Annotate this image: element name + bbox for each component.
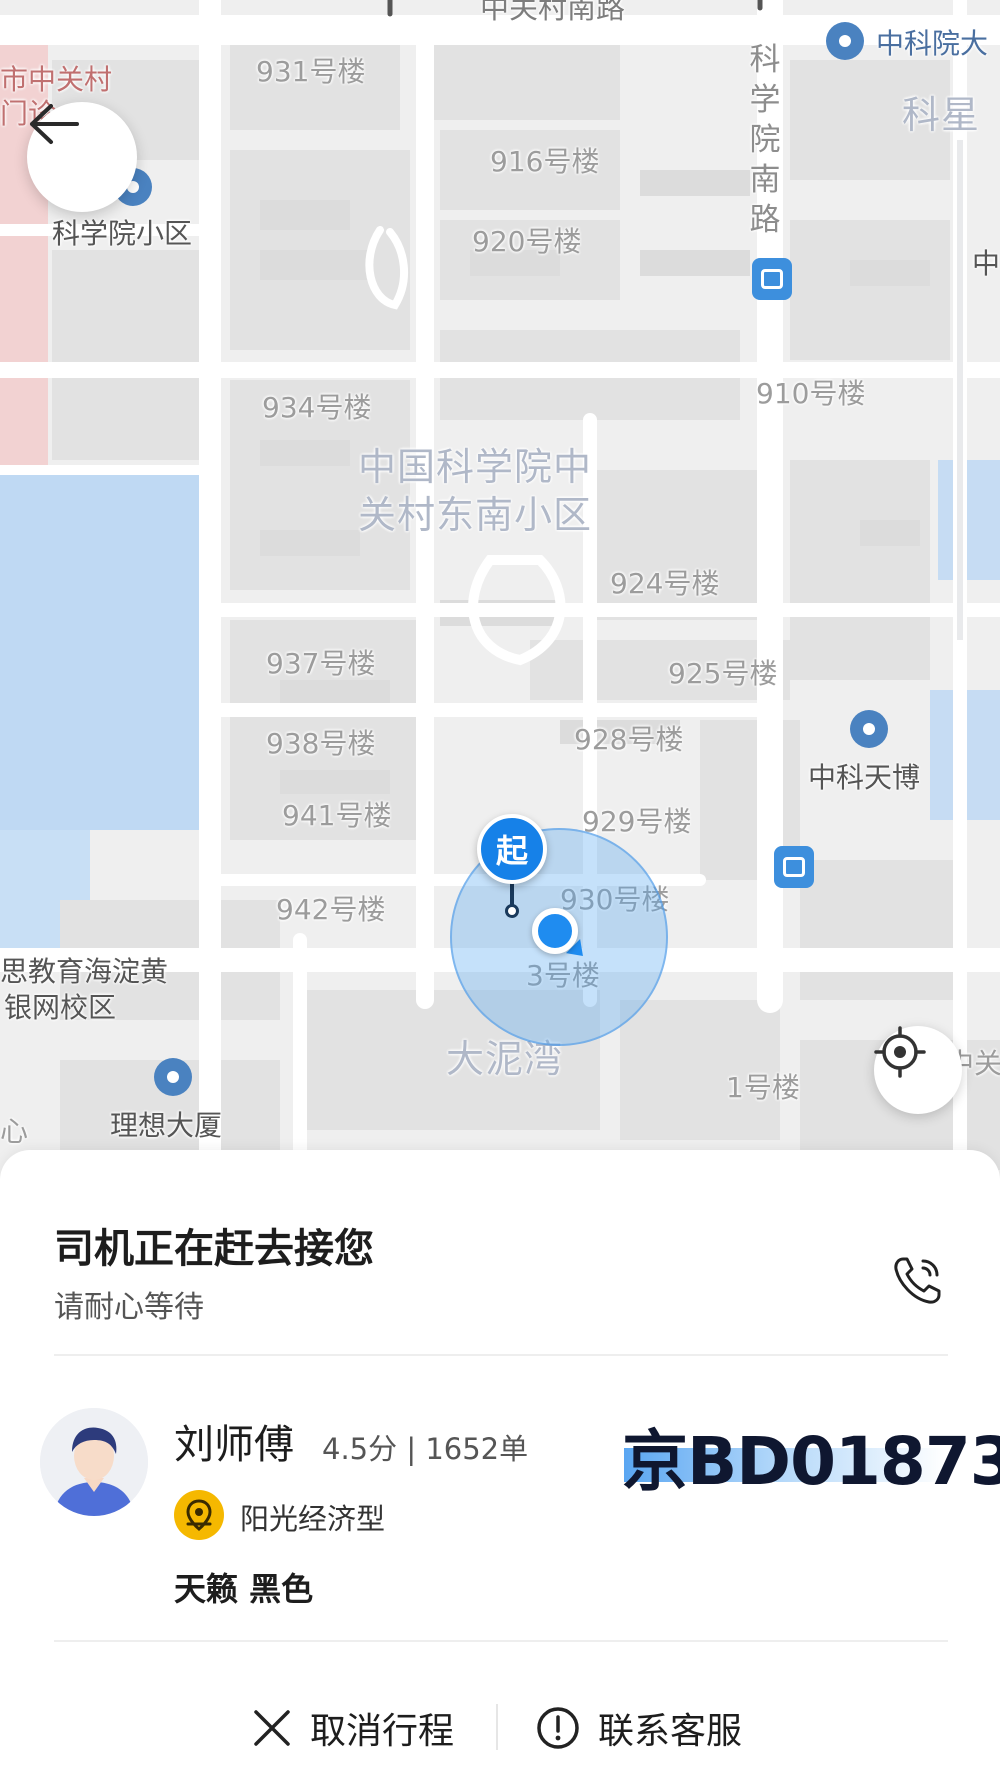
phone-icon bbox=[894, 1257, 941, 1304]
trip-status-title: 司机正在赶去接您 bbox=[54, 1226, 374, 1272]
divider bbox=[54, 1354, 948, 1356]
trip-info-sheet: 司机正在赶去接您 请耐心等待 刘师傅 4.5分 | 1652单 阳光经济型 天籁… bbox=[0, 1150, 1000, 1778]
building-label-929: 929号楼 bbox=[582, 805, 692, 838]
exclamation-circle-icon bbox=[537, 1707, 579, 1749]
locate-me-button[interactable] bbox=[874, 1026, 962, 1114]
start-marker[interactable]: 起 bbox=[477, 814, 547, 884]
car-type-badge-icon bbox=[174, 1490, 224, 1540]
area-label-clinic-line1: 市中关村 bbox=[0, 63, 113, 96]
area-label-zhong: 中 bbox=[972, 247, 1000, 280]
divider bbox=[54, 1640, 948, 1642]
arrow-left-icon bbox=[30, 104, 79, 144]
building-label-925: 925号楼 bbox=[668, 657, 778, 690]
contact-support-button[interactable]: 联系客服 bbox=[536, 1688, 742, 1768]
cancel-trip-label: 取消行程 bbox=[310, 1711, 455, 1752]
poi-pin-icon bbox=[826, 22, 864, 60]
trip-status-subtitle: 请耐心等待 bbox=[54, 1290, 204, 1325]
call-driver-button[interactable] bbox=[886, 1248, 950, 1312]
building-label-938: 938号楼 bbox=[266, 727, 376, 760]
building-label-942: 942号楼 bbox=[276, 893, 386, 926]
shield-icon bbox=[186, 1499, 212, 1531]
area-label-xin: 心 bbox=[0, 1115, 29, 1148]
building-label-937: 937号楼 bbox=[266, 647, 376, 680]
close-icon bbox=[254, 1710, 290, 1746]
area-label-sixiang-line1: 思教育海淀黄 bbox=[0, 955, 169, 988]
area-label-daniwan: 大泥湾 bbox=[446, 1037, 564, 1081]
license-plate-number: 京BD01873 bbox=[622, 1423, 1000, 1500]
building-label-910: 910号楼 bbox=[756, 377, 866, 410]
road-label-zhongguancun-south: 中关村南路 bbox=[480, 0, 626, 25]
area-label-main-line2: 关村东南小区 bbox=[358, 493, 593, 537]
car-model-color: 天籁 黑色 bbox=[174, 1570, 314, 1608]
building-label-1: 1号楼 bbox=[726, 1071, 800, 1104]
building-label-924: 924号楼 bbox=[610, 567, 720, 600]
building-label-931: 931号楼 bbox=[256, 55, 366, 88]
current-location-dot bbox=[532, 908, 578, 954]
license-plate: 京BD01873 bbox=[622, 1408, 1000, 1500]
area-label-lixiang-building: 理想大厦 bbox=[110, 1109, 223, 1142]
avatar-icon bbox=[40, 1408, 148, 1516]
bus-stop-icon bbox=[752, 258, 792, 300]
cancel-trip-button[interactable]: 取消行程 bbox=[252, 1688, 454, 1768]
trip-actions: 取消行程 联系客服 bbox=[0, 1688, 1000, 1768]
area-label-zhongkeyuan: 中科院大 bbox=[876, 27, 989, 60]
poi-pin-icon bbox=[850, 710, 888, 748]
map-view[interactable]: 中关村南路 科学院南路 中国科学院中 关村东南小区 科学院小区 市中关村 门诊 … bbox=[0, 0, 1000, 1178]
driver-avatar bbox=[40, 1408, 148, 1516]
contact-support-label: 联系客服 bbox=[598, 1711, 743, 1752]
building-label-941: 941号楼 bbox=[282, 799, 392, 832]
building-label-916: 916号楼 bbox=[490, 145, 600, 178]
building-label-920: 920号楼 bbox=[472, 225, 582, 258]
crosshair-icon bbox=[874, 1026, 926, 1078]
area-label-kexing: 科星 bbox=[902, 93, 981, 137]
area-label-sixiang-line2: 银网校区 bbox=[4, 991, 117, 1024]
road-label-kexueyuan-south: 科学院南路 bbox=[749, 42, 781, 238]
area-label-kexueyuan-xiaoqu: 科学院小区 bbox=[52, 217, 193, 250]
driver-name: 刘师傅 bbox=[174, 1422, 294, 1468]
building-label-934: 934号楼 bbox=[262, 391, 372, 424]
car-type-label: 阳光经济型 bbox=[240, 1502, 386, 1536]
building-label-928: 928号楼 bbox=[574, 723, 684, 756]
action-separator bbox=[496, 1704, 498, 1750]
bus-stop-icon bbox=[774, 846, 814, 888]
start-pin-base bbox=[505, 904, 519, 918]
back-button[interactable] bbox=[27, 102, 137, 212]
area-label-main-line1: 中国科学院中 bbox=[358, 445, 593, 489]
driver-rating-orders: 4.5分 | 1652单 bbox=[322, 1432, 529, 1466]
area-label-zhongke-tianbo: 中科天博 bbox=[808, 761, 921, 794]
poi-pin-icon bbox=[154, 1058, 192, 1096]
